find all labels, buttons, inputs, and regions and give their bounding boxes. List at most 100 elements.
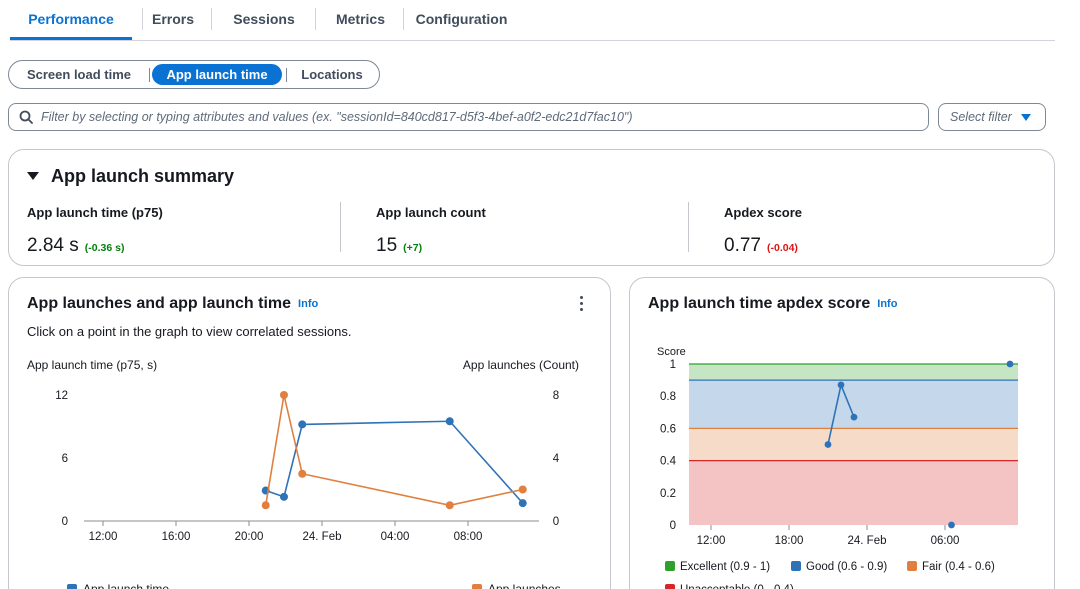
legend-swatch — [665, 561, 675, 571]
tab-metrics[interactable]: Metrics — [323, 0, 398, 40]
tab-errors[interactable]: Errors — [143, 0, 203, 40]
y-tick-label: 0.2 — [660, 488, 676, 500]
y-axis-label: Score — [657, 346, 686, 358]
app-launch-time-point — [298, 420, 307, 429]
segment-app-launch-time[interactable]: App launch time — [152, 64, 282, 85]
app-launches-chart: App launch time (p75, s) App launches (C… — [27, 358, 579, 589]
apdex-point — [948, 521, 955, 529]
segment-divider — [149, 68, 150, 82]
x-tick-label: 12:00 — [89, 531, 118, 543]
legend-swatch — [791, 561, 801, 571]
x-tick-label: 24. Feb — [848, 535, 887, 547]
legend-label: Good (0.6 - 0.9) — [806, 561, 887, 573]
x-tick-label: 16:00 — [162, 531, 191, 543]
right-y-tick-label: 4 — [553, 453, 560, 465]
apdex-chart: Score 0 0.2 0.4 0.6 0.8 1 12:00 18:00 24. Feb 06:… — [657, 346, 1018, 589]
right-axis-label: App launches (Count) — [463, 358, 579, 372]
left-y-tick-label: 12 — [55, 390, 68, 402]
segment-locations[interactable]: Locations — [292, 64, 372, 85]
apdex-band — [689, 428, 1018, 461]
kpi-value: 2.84 s — [27, 235, 79, 256]
apdex-point — [850, 413, 858, 421]
app-launches-point — [445, 501, 454, 510]
app-launch-summary-card: App launch summary App launch time (p75)… — [8, 149, 1055, 266]
kpi-divider — [688, 202, 689, 252]
apdex-point — [824, 441, 832, 448]
tab-divider — [211, 8, 212, 30]
select-filter-label: Select filter — [950, 110, 1012, 124]
kpi-app-launch-time: App launch time (p75) 2.84 s (-0.36 s) — [27, 205, 163, 256]
app-launches-point — [518, 485, 527, 494]
x-tick-label: 06:00 — [931, 535, 960, 547]
kpi-value-row: 0.77 (-0.04) — [724, 235, 798, 257]
apdex-chart-card: App launch time apdex score Info Score 00… — [629, 277, 1055, 589]
legend-label: App launch time — [83, 582, 169, 589]
kpi-value: 15 — [376, 235, 398, 256]
y-tick-label: 0 — [670, 520, 676, 532]
y-tick-label: 1 — [670, 359, 676, 371]
x-tick-label: 04:00 — [381, 531, 410, 543]
y-tick-label: 0.8 — [660, 391, 676, 403]
main-tabs: Performance Errors Sessions Metrics Conf… — [10, 0, 1055, 41]
kpi-delta: (+7) — [403, 242, 423, 254]
kpi-label: App launch time (p75) — [27, 205, 163, 220]
legend-label: Fair (0.4 - 0.6) — [922, 561, 995, 573]
select-filter-dropdown[interactable]: Select filter — [938, 103, 1046, 131]
filter-bar — [8, 103, 929, 131]
right-y-tick-label: 0 — [553, 516, 559, 528]
app-launch-time-point — [445, 417, 454, 426]
x-tick-label: 24. Feb — [303, 531, 342, 543]
segment-screen-load-time[interactable]: Screen load time — [17, 64, 141, 85]
summary-title: App launch summary — [51, 166, 235, 186]
legend-label: App launches — [488, 582, 561, 589]
legend-label: Unacceptable (0 - 0.4) — [680, 584, 794, 589]
kpi-label: Apdex score — [724, 205, 803, 220]
tab-configuration[interactable]: Configuration — [410, 0, 513, 40]
legend-swatch — [472, 584, 482, 589]
x-tick-label: 18:00 — [775, 535, 804, 547]
app-launch-time-line — [265, 420, 524, 504]
left-axis-label: App launch time (p75, s) — [27, 358, 157, 372]
app-launches-point — [261, 501, 270, 510]
search-icon — [19, 110, 33, 124]
app-launch-time-point — [279, 492, 288, 501]
app-launch-time-point — [518, 499, 527, 508]
tab-performance[interactable]: Performance — [10, 0, 132, 40]
apdex-band — [689, 460, 1018, 525]
apdex-band — [689, 380, 1018, 429]
left-y-tick-label: 6 — [62, 453, 68, 465]
legend-swatch — [67, 584, 77, 589]
view-segmented-control: Screen load time App launch time Locatio… — [8, 60, 380, 89]
app-launches-point — [298, 469, 307, 478]
kpi-value: 0.77 — [724, 235, 761, 256]
x-tick-label: 20:00 — [235, 531, 264, 543]
kpi-app-launch-count: App launch count 15 (+7) — [376, 205, 486, 256]
kpi-value-row: 15 (+7) — [376, 235, 422, 257]
kpi-label: App launch count — [376, 205, 486, 220]
segment-divider — [286, 68, 287, 82]
x-tick-label: 12:00 — [697, 535, 726, 547]
apdex-point — [1006, 360, 1014, 368]
right-y-tick-label: 8 — [553, 390, 559, 402]
kpi-delta: (-0.36 s) — [84, 242, 125, 254]
collapse-caret-icon[interactable] — [27, 172, 39, 180]
tab-divider — [403, 8, 404, 30]
left-y-tick-label: 0 — [62, 516, 68, 528]
tab-divider — [315, 8, 316, 30]
legend-swatch — [665, 584, 675, 589]
app-launches-chart-card: App launches and app launch time Info Cli… — [8, 277, 611, 589]
kpi-divider — [340, 202, 341, 252]
caret-down-icon — [1021, 114, 1031, 121]
kpi-delta: (-0.04) — [766, 242, 798, 254]
filter-input[interactable] — [41, 105, 921, 129]
app-launches-point — [279, 391, 288, 399]
y-tick-label: 0.4 — [660, 456, 677, 468]
kpi-value-row: 2.84 s (-0.36 s) — [27, 235, 124, 257]
legend-label: Excellent (0.9 - 1) — [680, 561, 770, 573]
y-tick-label: 0.6 — [660, 423, 676, 435]
app-launches-line — [264, 394, 523, 507]
apdex-point — [837, 381, 845, 389]
tab-sessions[interactable]: Sessions — [220, 0, 308, 40]
x-tick-label: 08:00 — [454, 531, 483, 543]
legend-swatch — [907, 561, 917, 571]
